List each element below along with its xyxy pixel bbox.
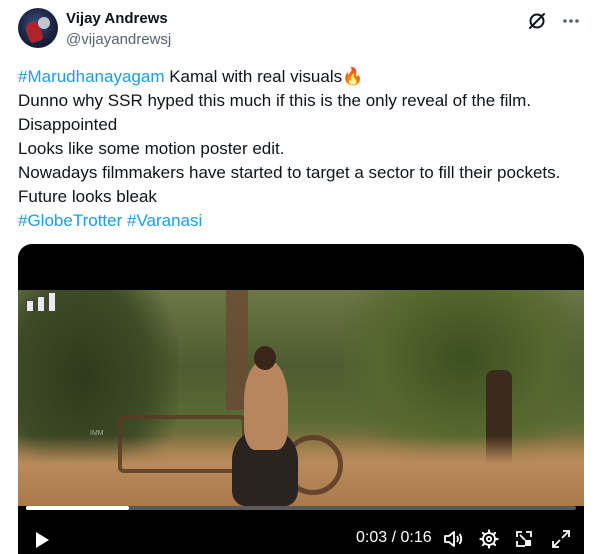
- tweet-line: Dunno why SSR hyped this much if this is…: [18, 91, 532, 110]
- progress-bar[interactable]: [26, 506, 576, 510]
- hashtag-link[interactable]: #Marudhanayagam: [18, 67, 164, 86]
- progress-fill: [26, 506, 130, 510]
- fullscreen-icon[interactable]: [550, 528, 572, 550]
- hashtag-link[interactable]: #GlobeTrotter: [18, 211, 122, 230]
- play-icon[interactable]: [32, 530, 52, 550]
- video-frame[interactable]: IMM: [18, 290, 584, 506]
- hashtag-link[interactable]: #Varanasi: [127, 211, 202, 230]
- tweet-line-text: Kamal with real visuals🔥: [164, 67, 364, 86]
- tweet-line: Nowadays filmmakers have started to targ…: [18, 163, 561, 182]
- grok-icon[interactable]: [526, 10, 548, 32]
- video-controls: 0:03 / 0:16: [18, 506, 584, 554]
- video-time: 0:03 / 0:16: [356, 529, 432, 546]
- tweet-text: #Marudhanayagam Kamal with real visuals🔥…: [18, 65, 588, 233]
- tweet-line: Future looks bleak: [18, 187, 157, 206]
- picture-in-picture-icon[interactable]: [513, 528, 535, 550]
- author-name[interactable]: Vijay Andrews: [66, 10, 168, 27]
- video-watermark: IMM: [90, 430, 104, 437]
- avatar[interactable]: [18, 8, 58, 48]
- more-icon[interactable]: [560, 10, 582, 32]
- gear-icon[interactable]: [478, 528, 500, 550]
- hashtags-line: #GlobeTrotter #Varanasi: [18, 209, 588, 233]
- tweet-line: Disappointed: [18, 115, 118, 134]
- tweet-line: Looks like some motion poster edit.: [18, 139, 285, 158]
- tweet-line: #Marudhanayagam Kamal with real visuals🔥: [18, 65, 588, 89]
- volume-icon[interactable]: [442, 528, 464, 550]
- author-handle[interactable]: @vijayandrewsj: [66, 31, 171, 48]
- channel-logo: [26, 292, 56, 312]
- video-player[interactable]: IMM 0:03 / 0:16: [18, 244, 584, 554]
